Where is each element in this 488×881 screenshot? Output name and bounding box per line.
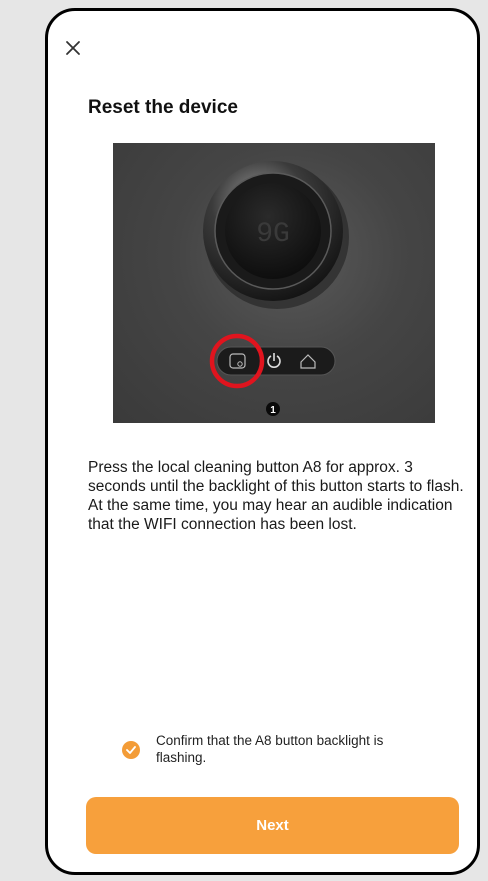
dial-display: 9G — [256, 219, 290, 250]
close-button[interactable] — [62, 37, 84, 59]
device-reset-illustration: 9G 1 — [113, 143, 435, 423]
confirm-checkbox[interactable]: Confirm that the A8 button backlight is … — [122, 732, 426, 766]
phone-frame: Reset the device 9G 1 Press the local cl… — [45, 8, 480, 875]
page-title: Reset the device — [88, 97, 238, 118]
confirm-label: Confirm that the A8 button backlight is … — [156, 733, 384, 765]
checkmark-icon — [122, 741, 140, 759]
button-panel — [216, 346, 336, 376]
next-button[interactable]: Next — [86, 797, 459, 854]
step-marker-number: 1 — [270, 405, 276, 416]
close-icon — [66, 41, 80, 55]
instruction-text: Press the local cleaning button A8 for a… — [88, 459, 464, 533]
